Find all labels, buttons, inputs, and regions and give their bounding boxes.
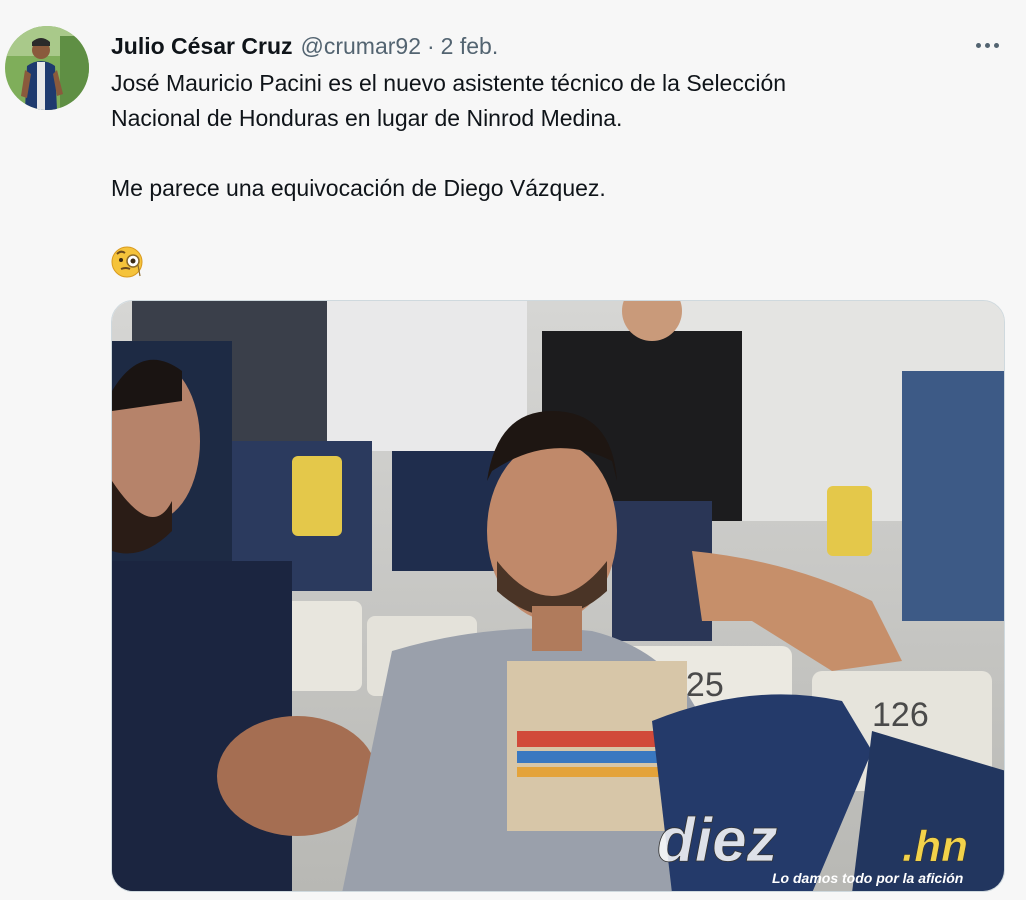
more-options-icon[interactable] xyxy=(970,30,1004,60)
author-handle[interactable]: @crumar92 xyxy=(301,33,422,60)
watermark-tagline: Lo damos todo por la afición xyxy=(772,870,963,886)
author-name[interactable]: Julio César Cruz xyxy=(111,33,293,60)
tweet-date[interactable]: 2 feb. xyxy=(441,33,499,60)
watermark-brand: diez xyxy=(657,806,778,875)
face-with-monocle-icon xyxy=(109,243,145,279)
tweet-card[interactable]: Julio César Cruz @crumar92 · 2 feb. José… xyxy=(0,0,1026,900)
tweet-text: José Mauricio Pacini es el nuevo asisten… xyxy=(111,66,991,206)
avatar[interactable] xyxy=(5,26,89,110)
tweet-text-line: José Mauricio Pacini es el nuevo asisten… xyxy=(111,70,787,96)
tweet-media-photo[interactable]: 125 126 diez .hn Lo damos todo por la af… xyxy=(111,300,1005,892)
seat-number-126: 126 xyxy=(872,696,929,734)
tweet-text-line: Me parece una equivocación de Diego Vázq… xyxy=(111,175,606,201)
tweet-text-line: Nacional de Honduras en lugar de Ninrod … xyxy=(111,105,623,131)
watermark-tld: .hn xyxy=(902,822,968,871)
header-separator: · xyxy=(427,32,435,59)
tweet-header: Julio César Cruz @crumar92 · 2 feb. xyxy=(111,30,966,62)
